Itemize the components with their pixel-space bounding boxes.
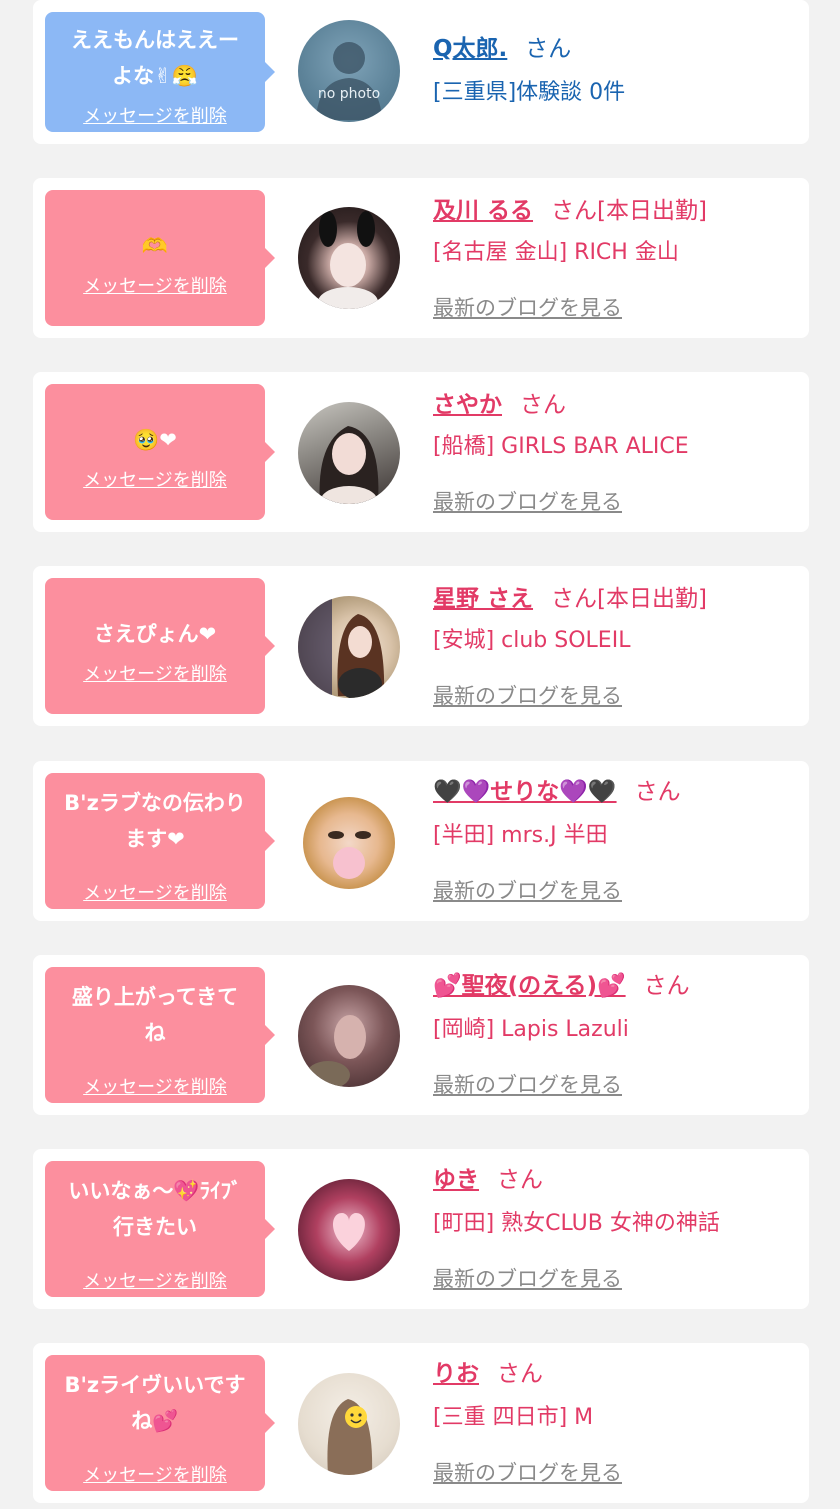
portrait-photo: [306, 1015, 366, 1087]
name-line: 及川 るる さん[本日出勤]: [433, 196, 707, 226]
portrait-photo: [318, 211, 378, 309]
honorific: さん: [643, 973, 690, 999]
latest-blog-link[interactable]: 最新のブログを見る: [433, 681, 622, 711]
user-name-link[interactable]: りお: [433, 1361, 479, 1387]
message-bubble: ええもんはええー よな✌😤 メッセージを削除: [45, 12, 275, 132]
message-card: B'zライヴいいです ね💕 メッセージを削除 りお さん [三重 四日市] M 最…: [33, 1343, 809, 1503]
shop-info: [岡崎] Lapis Lazuli: [433, 1017, 629, 1042]
message-bubble: 🥹❤ メッセージを削除: [45, 384, 275, 520]
no-photo-label: no photo: [317, 86, 381, 102]
delete-message-link[interactable]: メッセージを削除: [45, 1461, 265, 1487]
shop-info: [半田] mrs.J 半田: [433, 823, 608, 848]
name-line: ゆき さん: [433, 1165, 543, 1195]
name-line: さやか さん: [433, 390, 566, 420]
shop-info: [船橋] GIRLS BAR ALICE: [433, 434, 689, 459]
avatar[interactable]: [298, 1179, 400, 1281]
user-name-link[interactable]: ゆき: [433, 1167, 479, 1193]
avatar[interactable]: [298, 596, 400, 698]
message-text: 🥹❤: [133, 428, 177, 452]
user-name-link[interactable]: 星野 さえ: [433, 586, 533, 612]
message-text-line2: ね💕: [131, 1409, 179, 1433]
avatar[interactable]: [303, 797, 395, 889]
user-name-link[interactable]: 及川 るる: [433, 198, 533, 224]
message-text: B'zラブなの伝わり: [64, 791, 246, 815]
delete-message-link[interactable]: メッセージを削除: [45, 466, 265, 492]
name-line: 🖤💜せりな💜🖤 さん: [433, 777, 681, 807]
name-line: りお さん: [433, 1359, 543, 1389]
honorific: さん[本日出勤]: [551, 586, 707, 612]
portrait-photo: [327, 1399, 373, 1475]
message-card: 🫶 メッセージを削除 及川 るる さん[本日出勤] [名古屋 金山] RICH 金…: [33, 178, 809, 338]
message-card: 🥹❤ メッセージを削除 さやか さん [船橋] GIRLS BAR ALICE 最…: [33, 372, 809, 532]
portrait-photo: [333, 1213, 365, 1251]
message-text-line2: ね: [144, 1021, 166, 1045]
message-text-line2: よな✌😤: [112, 64, 198, 88]
message-text-line2: 行きたい: [113, 1215, 197, 1239]
message-bubble: いいなぁ～💖ﾗｲﾌﾞ 行きたい メッセージを削除: [45, 1161, 275, 1297]
shop-info: [安城] club SOLEIL: [433, 628, 631, 653]
message-card: ええもんはええー よな✌😤 メッセージを削除 no photo Q太郎. さん […: [33, 0, 809, 144]
message-text: いいなぁ～💖ﾗｲﾌﾞ: [68, 1179, 242, 1203]
avatar[interactable]: [298, 1373, 400, 1475]
portrait-photo: [328, 831, 371, 879]
honorific: さん: [525, 36, 572, 62]
delete-message-link[interactable]: メッセージを削除: [45, 660, 265, 686]
portrait-photo: [298, 596, 385, 698]
avatar[interactable]: [298, 402, 400, 504]
latest-blog-link[interactable]: 最新のブログを見る: [433, 487, 622, 517]
message-card: いいなぁ～💖ﾗｲﾌﾞ 行きたい メッセージを削除 ゆき さん [町田] 熟女CLU…: [33, 1149, 809, 1309]
message-text: 盛り上がってきて: [71, 985, 239, 1009]
message-bubble: B'zライヴいいです ね💕 メッセージを削除: [45, 1355, 275, 1491]
message-card: 盛り上がってきて ね メッセージを削除 💕聖夜(のえる)💕 さん [岡崎] Lap…: [33, 955, 809, 1115]
portrait-photo: [319, 426, 379, 504]
latest-blog-link[interactable]: 最新のブログを見る: [433, 1264, 622, 1294]
message-bubble: 盛り上がってきて ね メッセージを削除: [45, 967, 275, 1103]
delete-message-link[interactable]: メッセージを削除: [45, 1267, 265, 1293]
latest-blog-link[interactable]: 最新のブログを見る: [433, 1458, 622, 1488]
shop-info: [名古屋 金山] RICH 金山: [433, 240, 679, 265]
message-bubble: B'zラブなの伝わり ます❤ メッセージを削除: [45, 773, 275, 909]
message-bubble: 🫶 メッセージを削除: [45, 190, 275, 326]
name-line: Q太郎. さん: [433, 34, 571, 64]
honorific: さん: [497, 1361, 543, 1387]
no-photo-silhouette-icon: [316, 42, 382, 120]
delete-message-link[interactable]: メッセージを削除: [45, 272, 265, 298]
delete-message-link[interactable]: メッセージを削除: [45, 102, 265, 128]
message-text: ええもんはええー: [71, 28, 239, 52]
user-name-link[interactable]: 🖤💜せりな💜🖤: [433, 779, 617, 805]
message-text: さえぴょん❤: [93, 622, 217, 646]
user-name-link[interactable]: さやか: [433, 392, 502, 418]
delete-message-link[interactable]: メッセージを削除: [45, 1073, 265, 1099]
name-line: 💕聖夜(のえる)💕 さん: [433, 971, 690, 1001]
shop-info: [町田] 熟女CLUB 女神の神話: [433, 1211, 720, 1236]
avatar[interactable]: [298, 985, 400, 1087]
latest-blog-link[interactable]: 最新のブログを見る: [433, 1070, 622, 1100]
user-name-link[interactable]: Q太郎.: [433, 36, 507, 62]
shop-info: [三重県]体験談 0件: [433, 80, 626, 105]
honorific: さん[本日出勤]: [551, 198, 707, 224]
honorific: さん: [634, 779, 681, 805]
avatar[interactable]: no photo: [298, 20, 400, 122]
message-card: B'zラブなの伝わり ます❤ メッセージを削除 🖤💜せりな💜🖤 さん [半田] m…: [33, 761, 809, 921]
delete-message-link[interactable]: メッセージを削除: [45, 879, 265, 905]
user-name-link[interactable]: 💕聖夜(のえる)💕: [433, 973, 626, 999]
honorific: さん: [520, 392, 566, 418]
latest-blog-link[interactable]: 最新のブログを見る: [433, 876, 622, 906]
message-bubble: さえぴょん❤ メッセージを削除: [45, 578, 275, 714]
message-text-line2: ます❤: [125, 827, 185, 851]
message-text: 🫶: [141, 234, 169, 258]
avatar[interactable]: [298, 207, 400, 309]
message-card: さえぴょん❤ メッセージを削除 星野 さえ さん[本日出勤] [安城] club …: [33, 566, 809, 726]
message-text: B'zライヴいいです: [64, 1373, 246, 1397]
latest-blog-link[interactable]: 最新のブログを見る: [433, 293, 622, 323]
name-line: 星野 さえ さん[本日出勤]: [433, 584, 707, 614]
shop-info: [三重 四日市] M: [433, 1405, 594, 1430]
honorific: さん: [497, 1167, 543, 1193]
